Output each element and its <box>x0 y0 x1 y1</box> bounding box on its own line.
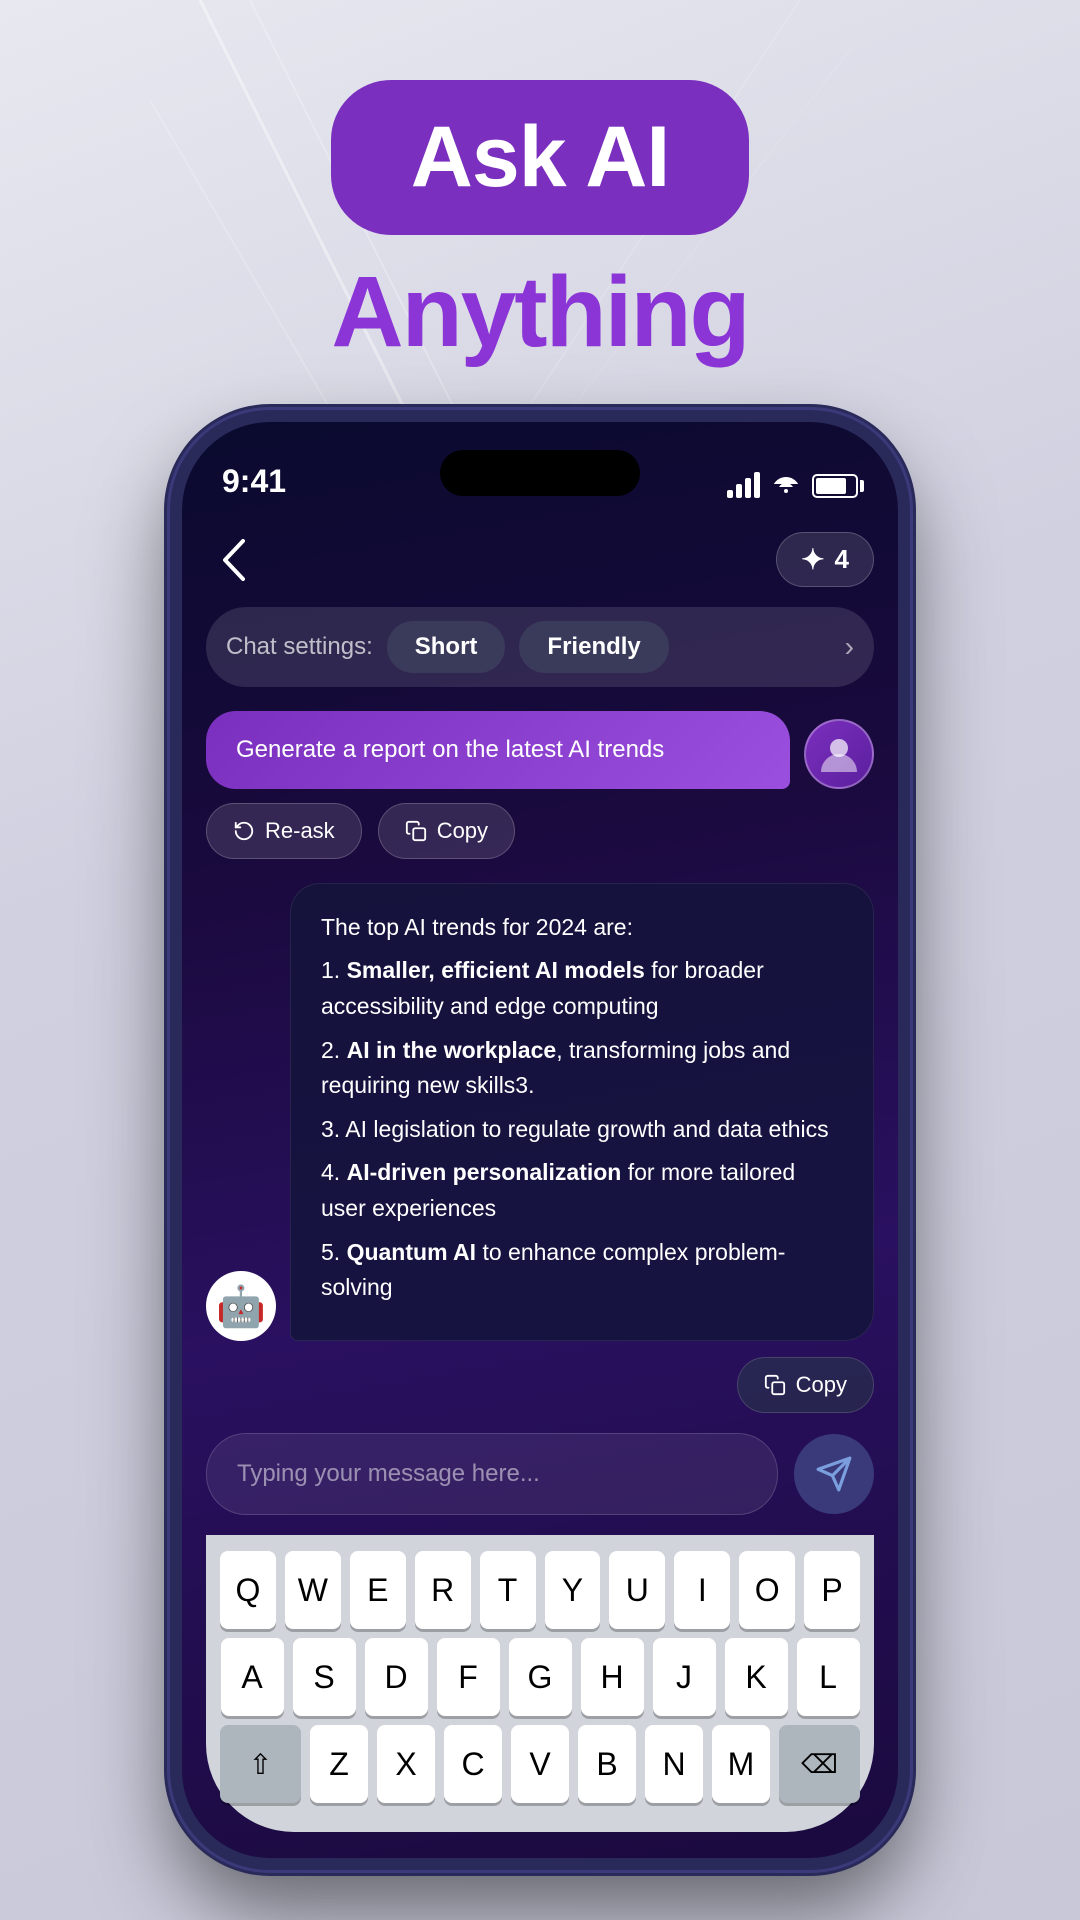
copy-label-top: Copy <box>437 818 488 844</box>
input-bar: Typing your message here... <box>206 1433 874 1515</box>
ai-response-area: 🤖 The top AI trends for 2024 are: 1. Sma… <box>206 883 874 1341</box>
battery-icon <box>812 474 858 498</box>
credits-badge[interactable]: ✦ 4 <box>776 532 874 587</box>
key-a[interactable]: A <box>221 1638 284 1716</box>
ai-avatar: 🤖 <box>206 1271 276 1341</box>
ai-response-intro: The top AI trends for 2024 are: <box>321 910 843 946</box>
anything-subtitle: Anything <box>0 255 1080 370</box>
key-u[interactable]: U <box>609 1551 665 1629</box>
key-d[interactable]: D <box>365 1638 428 1716</box>
send-button[interactable] <box>794 1434 874 1514</box>
status-time: 9:41 <box>222 463 286 500</box>
key-delete[interactable]: ⌫ <box>779 1725 860 1803</box>
content-area: ✦ 4 Chat settings: Short Friendly › Gene… <box>182 512 898 1858</box>
key-s[interactable]: S <box>293 1638 356 1716</box>
key-x[interactable]: X <box>377 1725 435 1803</box>
keyboard-row-2: A S D F G H J K L <box>220 1638 860 1716</box>
phone-container: 9:41 <box>0 410 1080 1870</box>
status-icons <box>727 471 858 500</box>
action-row: Re-ask Copy <box>206 803 874 859</box>
key-n[interactable]: N <box>645 1725 703 1803</box>
key-y[interactable]: Y <box>545 1551 601 1629</box>
key-v[interactable]: V <box>511 1725 569 1803</box>
ai-response-bubble: The top AI trends for 2024 are: 1. Small… <box>290 883 874 1341</box>
copy-button-bottom[interactable]: Copy <box>737 1357 874 1413</box>
credits-count: 4 <box>835 544 849 575</box>
ai-response-item-4: 4. AI-driven personalization for more ta… <box>321 1155 843 1226</box>
chevron-right-icon: › <box>845 631 854 663</box>
key-w[interactable]: W <box>285 1551 341 1629</box>
chat-settings-label: Chat settings: <box>226 633 373 661</box>
back-button[interactable] <box>206 533 260 587</box>
phone-screen: 9:41 <box>182 422 898 1858</box>
wifi-icon <box>772 471 800 500</box>
key-h[interactable]: H <box>581 1638 644 1716</box>
key-j[interactable]: J <box>653 1638 716 1716</box>
key-r[interactable]: R <box>415 1551 471 1629</box>
user-message-bubble: Generate a report on the latest AI trend… <box>206 711 790 789</box>
chat-settings-bar[interactable]: Chat settings: Short Friendly › <box>206 607 874 687</box>
message-input[interactable]: Typing your message here... <box>206 1433 778 1515</box>
copy-button-top[interactable]: Copy <box>378 803 515 859</box>
copy-label-bottom: Copy <box>796 1372 847 1398</box>
ask-ai-title: Ask AI <box>411 109 669 205</box>
key-m[interactable]: M <box>712 1725 770 1803</box>
key-shift[interactable]: ⇧ <box>220 1725 301 1803</box>
key-f[interactable]: F <box>437 1638 500 1716</box>
phone-frame: 9:41 <box>170 410 910 1870</box>
key-l[interactable]: L <box>797 1638 860 1716</box>
key-b[interactable]: B <box>578 1725 636 1803</box>
user-message-area: Generate a report on the latest AI trend… <box>206 711 874 789</box>
reask-label: Re-ask <box>265 818 335 844</box>
keyboard-row-1: Q W E R T Y U I O P <box>220 1551 860 1629</box>
header-area: Ask AI Anything <box>0 0 1080 370</box>
top-row: ✦ 4 <box>206 522 874 607</box>
key-o[interactable]: O <box>739 1551 795 1629</box>
key-k[interactable]: K <box>725 1638 788 1716</box>
copy-btn-area: Copy <box>206 1357 874 1413</box>
key-t[interactable]: T <box>480 1551 536 1629</box>
ai-response-item-1: 1. Smaller, efficient AI models for broa… <box>321 953 843 1024</box>
key-c[interactable]: C <box>444 1725 502 1803</box>
key-e[interactable]: E <box>350 1551 406 1629</box>
input-placeholder: Typing your message here... <box>237 1460 540 1487</box>
keyboard-row-3: ⇧ Z X C V B N M ⌫ <box>220 1725 860 1803</box>
keyboard: Q W E R T Y U I O P A S D <box>206 1535 874 1832</box>
settings-chip-short[interactable]: Short <box>387 621 506 673</box>
ai-response-item-3: 3. AI legislation to regulate growth and… <box>321 1112 843 1148</box>
sparkle-icon: ✦ <box>801 543 824 576</box>
settings-chip-friendly[interactable]: Friendly <box>519 621 668 673</box>
reask-button[interactable]: Re-ask <box>206 803 362 859</box>
signal-icon <box>727 474 760 498</box>
key-i[interactable]: I <box>674 1551 730 1629</box>
ai-response-item-2: 2. AI in the workplace, transforming job… <box>321 1033 843 1104</box>
dynamic-island <box>440 450 640 496</box>
ai-response-item-5: 5. Quantum AI to enhance complex problem… <box>321 1235 843 1306</box>
key-q[interactable]: Q <box>220 1551 276 1629</box>
user-avatar <box>804 719 874 789</box>
key-p[interactable]: P <box>804 1551 860 1629</box>
key-g[interactable]: G <box>509 1638 572 1716</box>
key-z[interactable]: Z <box>310 1725 368 1803</box>
ask-ai-badge: Ask AI <box>331 80 749 235</box>
